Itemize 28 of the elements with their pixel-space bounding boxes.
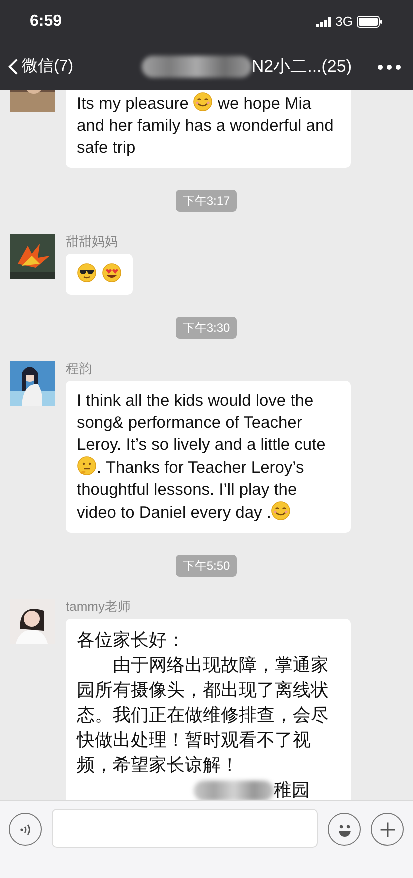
battery-icon (357, 16, 383, 28)
smiling-face-icon (271, 501, 292, 521)
add-button[interactable] (371, 813, 404, 846)
thinking-face-icon (77, 456, 97, 476)
message-bubble: 各位家长好： 由于网络出现故障，掌通家园所有摄像头，都出现了离线状态。我们正在做维修排查，会尽快做出处理！暂时观看不了视频，希望家长谅解！ 稚园 (66, 619, 351, 800)
signal-icon (316, 17, 332, 27)
message-input[interactable] (52, 809, 318, 848)
message-bubble: I think all the kids would love the song& performance of Teacher Leroy. It’s so lively and a little cute . Thanks for Teacher Leroy’s thoughtful lessons. I’ll play the video to Daniel every day . (66, 381, 351, 533)
timestamp: 下午3:30 (176, 317, 238, 339)
timestamp: 下午3:17 (176, 190, 238, 212)
status-time: 6:59 (30, 12, 62, 32)
smiling-face-icon (193, 92, 214, 112)
sender-name: 程韵 (66, 361, 92, 377)
message-bubble: Its my pleasure we hope Mia and her family has a wonderful and safe trip (66, 90, 351, 168)
emoji-button[interactable] (328, 813, 361, 846)
voice-icon (18, 822, 32, 836)
sender-name: tammy老师 (66, 599, 131, 615)
sunglasses-face-icon (77, 263, 97, 283)
chat-title: N2小二...(25) (252, 56, 352, 78)
back-button[interactable]: 微信(7) (8, 55, 74, 79)
signature-text: 稚园 (274, 779, 310, 800)
sender-name: 甜甜妈妈 (66, 234, 118, 250)
timestamp: 下午5:50 (176, 555, 238, 577)
plus-icon (378, 820, 396, 838)
back-chevron-icon (8, 58, 19, 76)
voice-button[interactable] (9, 813, 42, 846)
network-label: 3G (336, 13, 353, 32)
heart-eyes-face-icon (102, 263, 122, 283)
